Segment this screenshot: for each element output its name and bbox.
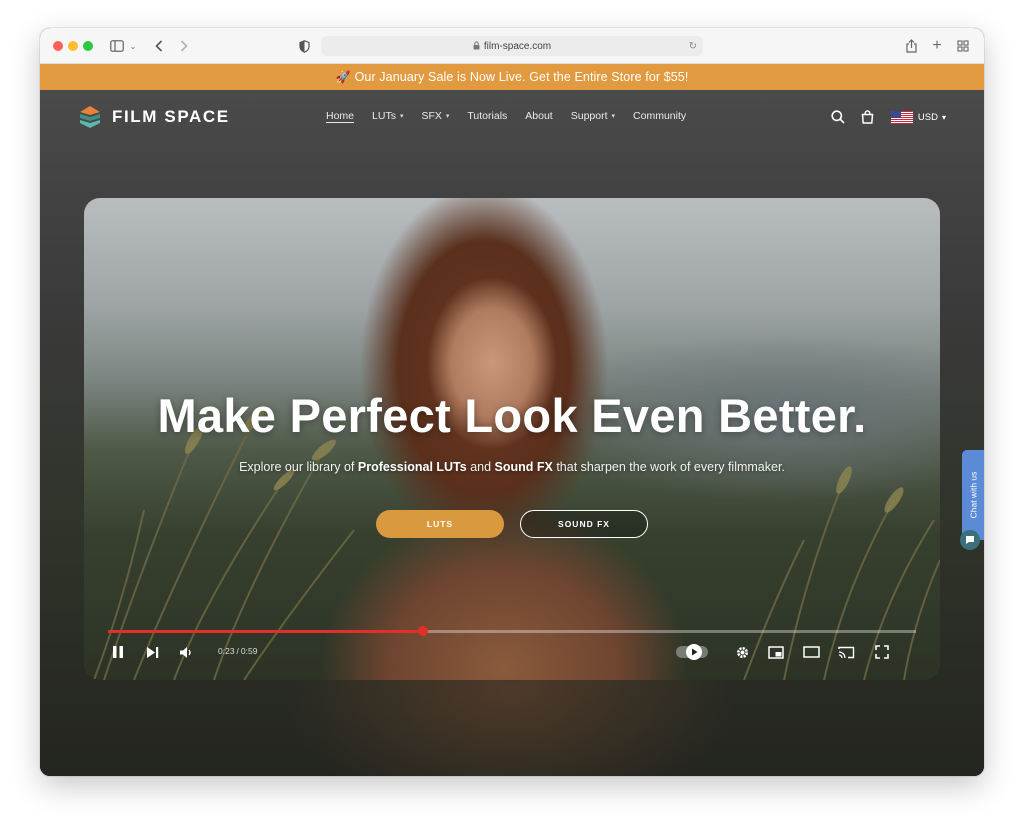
next-icon[interactable] bbox=[142, 642, 162, 662]
theater-icon[interactable] bbox=[801, 642, 821, 662]
browser-toolbar: ⌄ film-space.com ↻ + bbox=[40, 28, 984, 64]
shield-icon[interactable] bbox=[296, 36, 312, 56]
nav-item-community[interactable]: Community bbox=[633, 110, 686, 122]
nav-item-luts[interactable]: LUTs ▾ bbox=[372, 110, 403, 122]
url-text: film-space.com bbox=[483, 40, 552, 52]
announcement-bar[interactable]: 🚀 Our January Sale is Now Live. Get the … bbox=[40, 64, 984, 90]
main-nav: Home LUTs ▾ SFX ▾ Tutorials About Support ▾… bbox=[326, 110, 704, 122]
nav-item-tutorials[interactable]: Tutorials bbox=[467, 110, 507, 122]
autoplay-toggle-icon[interactable] bbox=[676, 644, 708, 660]
sidebar-icon[interactable] bbox=[108, 36, 126, 56]
chevron-down-icon: ▾ bbox=[611, 113, 616, 120]
logo[interactable]: FILM SPACE bbox=[78, 105, 230, 129]
nav-item-about[interactable]: About bbox=[525, 110, 552, 122]
pause-icon[interactable] bbox=[108, 642, 128, 662]
hero-headline: Make Perfect Look Even Better. bbox=[157, 389, 867, 442]
tab-overview-icon[interactable] bbox=[954, 36, 972, 56]
us-flag-icon bbox=[890, 110, 913, 124]
address-bar[interactable]: film-space.com ↻ bbox=[321, 36, 703, 56]
video-progress-bar[interactable] bbox=[108, 626, 916, 636]
chat-with-us-tab[interactable]: Chat with us bbox=[962, 450, 984, 540]
lock-icon bbox=[473, 40, 480, 52]
back-icon[interactable] bbox=[151, 36, 167, 56]
currency-label: USD bbox=[917, 111, 938, 123]
logo-mark-icon bbox=[80, 106, 100, 128]
share-icon[interactable] bbox=[902, 36, 920, 56]
currency-selector[interactable]: USD ▾ bbox=[890, 110, 946, 124]
zoom-window-button[interactable] bbox=[83, 41, 93, 51]
miniplayer-icon[interactable] bbox=[766, 642, 786, 662]
settings-icon[interactable] bbox=[732, 642, 752, 662]
forward-icon[interactable] bbox=[176, 36, 192, 56]
cast-icon[interactable] bbox=[836, 642, 856, 662]
new-tab-icon[interactable]: + bbox=[928, 36, 946, 56]
hero-video[interactable]: Make Perfect Look Even Better. Explore o… bbox=[84, 198, 940, 680]
hero-subtext: Explore our library of Professional LUTs… bbox=[239, 460, 785, 474]
header-actions: USD ▾ bbox=[817, 108, 946, 126]
duration: 0:59 bbox=[240, 646, 258, 656]
minimize-window-button[interactable] bbox=[68, 41, 78, 51]
nav-item-sfx[interactable]: SFX ▾ bbox=[421, 110, 449, 122]
luts-button[interactable]: LUTS bbox=[376, 510, 504, 538]
fullscreen-icon[interactable] bbox=[872, 642, 892, 662]
nav-item-support[interactable]: Support ▾ bbox=[571, 110, 615, 122]
rocket-icon: 🚀 bbox=[335, 70, 351, 84]
scrubber-handle[interactable] bbox=[417, 626, 428, 636]
close-window-button[interactable] bbox=[53, 41, 63, 51]
cart-icon[interactable] bbox=[859, 108, 877, 126]
chat-bubble-icon[interactable] bbox=[960, 530, 980, 550]
browser-window: ⌄ film-space.com ↻ + 🚀 Our January Sale … bbox=[40, 28, 984, 776]
nav-item-home[interactable]: Home bbox=[326, 110, 354, 122]
chevron-down-icon: ▾ bbox=[445, 113, 450, 120]
reload-icon[interactable]: ↻ bbox=[689, 41, 697, 52]
video-controls: 0:23/0:59 bbox=[108, 640, 916, 664]
sound-fx-button[interactable]: SOUND FX bbox=[520, 510, 648, 538]
hero-page: FILM SPACE Home LUTs ▾ SFX ▾ Tutorials Abo… bbox=[40, 90, 984, 776]
search-icon[interactable] bbox=[829, 108, 847, 126]
volume-icon[interactable] bbox=[176, 642, 196, 662]
chevron-down-icon: ▾ bbox=[399, 113, 404, 120]
chevron-down-icon: ▾ bbox=[941, 112, 946, 122]
subtext-bold-sfx: Sound FX bbox=[494, 460, 553, 474]
site-header: FILM SPACE Home LUTs ▾ SFX ▾ Tutorials Abo… bbox=[40, 90, 984, 146]
video-time: 0:23/0:59 bbox=[218, 646, 258, 656]
chevron-down-icon[interactable]: ⌄ bbox=[128, 36, 138, 56]
current-time: 0:23 bbox=[218, 646, 235, 656]
chat-label: Chat with us bbox=[968, 471, 978, 519]
video-progress-fill bbox=[108, 630, 423, 633]
subtext-bold-luts: Professional LUTs bbox=[357, 460, 467, 474]
logo-text: FILM SPACE bbox=[112, 107, 230, 126]
announcement-text: Our January Sale is Now Live. Get the En… bbox=[354, 70, 689, 84]
